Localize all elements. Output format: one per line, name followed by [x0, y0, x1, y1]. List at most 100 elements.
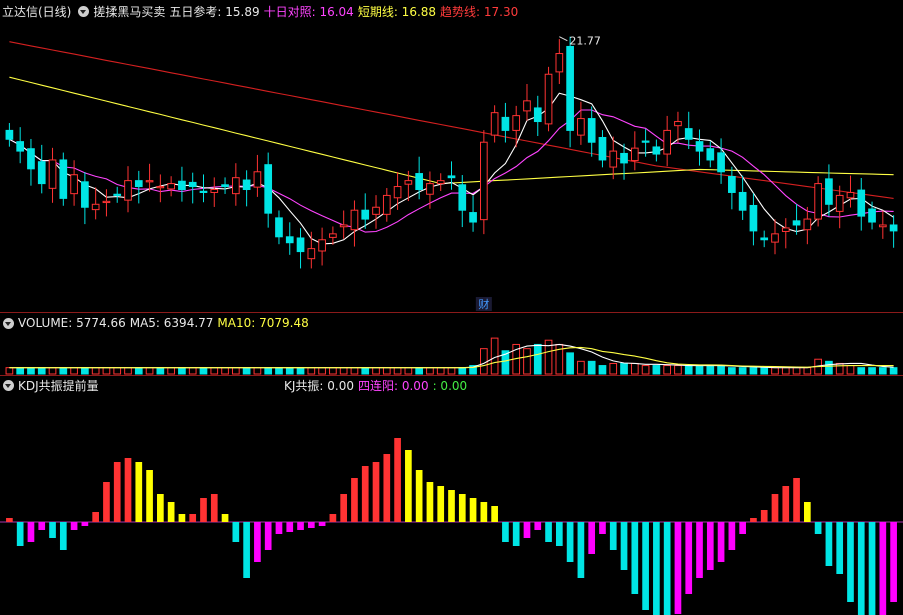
candle-body: [242, 179, 251, 191]
candle-body: [145, 180, 154, 183]
volume-bar: [803, 367, 812, 375]
volume-bar: [846, 365, 855, 375]
kdj-bar: [146, 470, 153, 522]
kdj-indicator-1: 四连阳: 0.00: [358, 378, 429, 393]
candle-body: [533, 107, 542, 123]
kdj-bar: [275, 522, 283, 534]
kdj-bar: [706, 522, 714, 570]
kdj-bar: [728, 522, 736, 550]
kdj-bar: [27, 522, 35, 542]
kdj-bar: [59, 522, 67, 550]
volume-bar: [145, 367, 154, 375]
candle-body: [426, 183, 434, 195]
volume-bar: [5, 367, 14, 375]
volume-bar: [253, 367, 262, 375]
volume-bar: [134, 367, 143, 375]
volume-bar: [706, 365, 715, 375]
kdj-bar: [103, 482, 110, 522]
candle-body: [598, 136, 607, 161]
kdj-bar: [836, 522, 844, 574]
kdj-bar: [663, 522, 671, 615]
candle-body: [199, 190, 208, 193]
candle-body: [523, 100, 531, 112]
main-indicator-0: 五日参考: 15.89: [169, 4, 260, 19]
candle-body: [5, 129, 14, 140]
indicator-dropdown-icon[interactable]: [78, 5, 90, 17]
candle-body: [825, 178, 833, 205]
candle-body: [264, 164, 273, 214]
main-panel-header: 立达信(日线) 搓揉黑马买卖 五日参考: 15.89 十日对照: 16.04 短期线…: [0, 2, 903, 20]
candle-body: [275, 217, 283, 238]
volume-bar: [480, 348, 488, 375]
volume-bar: [447, 367, 456, 375]
volume-bar: [264, 367, 273, 375]
kdj-bar: [771, 494, 779, 522]
candle-body: [760, 237, 769, 241]
candle-body: [221, 184, 229, 188]
volume-bar: [760, 367, 769, 375]
volume-bar: [415, 367, 423, 375]
kdj-bar: [566, 522, 574, 562]
volume-bar: [350, 367, 359, 375]
volume-dropdown-icon[interactable]: [3, 317, 14, 329]
kdj-bar: [534, 522, 542, 530]
volume-bar: [695, 365, 704, 375]
kdj-bar: [167, 502, 175, 522]
volume-indicator-1: MA5: 6394.77: [129, 316, 214, 330]
candle-body: [846, 191, 855, 199]
kdj-bar: [264, 522, 272, 550]
volume-bar: [307, 367, 316, 375]
volume-bar: [533, 343, 542, 375]
volume-bar: [630, 362, 639, 375]
candle-body: [889, 224, 898, 232]
volume-bar: [684, 365, 693, 375]
candle-body: [663, 129, 672, 155]
candle-body: [296, 237, 305, 253]
kdj-bar: [81, 522, 89, 526]
volume-bar: [27, 367, 35, 375]
kdj-bar: [523, 522, 531, 538]
candle-body: [361, 209, 370, 220]
event-tag: 财: [478, 297, 489, 311]
volume-panel-header: VOLUME: 5774.66 MA5: 6394.77 MA10: 7079.48: [0, 314, 903, 332]
volume-bar: [835, 362, 844, 375]
volume-chart: [5, 337, 898, 375]
volume-bar: [792, 367, 801, 375]
kdj-bar: [92, 512, 99, 522]
volume-bar: [878, 367, 887, 375]
candle-body: [695, 141, 704, 152]
kdj-bar: [307, 522, 315, 528]
candle-body: [37, 161, 46, 185]
volume-indicator-2: MA10: 7079.48: [217, 316, 309, 330]
kdj-bar: [157, 494, 164, 522]
volume-indicator-0: VOLUME: 5774.66: [18, 316, 126, 330]
candle-body: [253, 171, 262, 188]
kdj-name: KDJ共振提前量: [18, 378, 99, 393]
kdj-panel-header: KDJ共振提前量 KJ共振: 0.00 四连阳: 0.00: 0.00: [0, 376, 903, 394]
kdj-bar: [847, 522, 854, 602]
candle-body: [372, 206, 380, 215]
candle-body: [587, 118, 596, 143]
volume-bar: [641, 365, 650, 375]
kdj-dropdown-icon[interactable]: [3, 379, 14, 391]
candle-body: [835, 194, 844, 212]
kdj-bar: [286, 522, 294, 532]
candle-body: [318, 239, 326, 252]
volume-bar: [577, 360, 585, 375]
candle-body: [566, 45, 574, 131]
kdj-bar: [405, 450, 412, 522]
volume-bar: [188, 367, 197, 375]
candle-body: [285, 236, 294, 244]
kdj-bar: [631, 522, 639, 594]
volume-bar: [771, 367, 779, 375]
panel-divider: [0, 312, 903, 313]
kdj-bar: [825, 522, 833, 566]
kdj-bar: [674, 522, 682, 614]
kdj-bar: [502, 522, 509, 542]
volume-bar: [275, 367, 283, 375]
volume-bar: [749, 367, 758, 375]
candle-body: [868, 208, 876, 223]
kdj-bar: [70, 522, 78, 530]
main-indicator-2: 短期线: 16.88: [357, 4, 437, 19]
kdj-bar: [782, 486, 790, 522]
